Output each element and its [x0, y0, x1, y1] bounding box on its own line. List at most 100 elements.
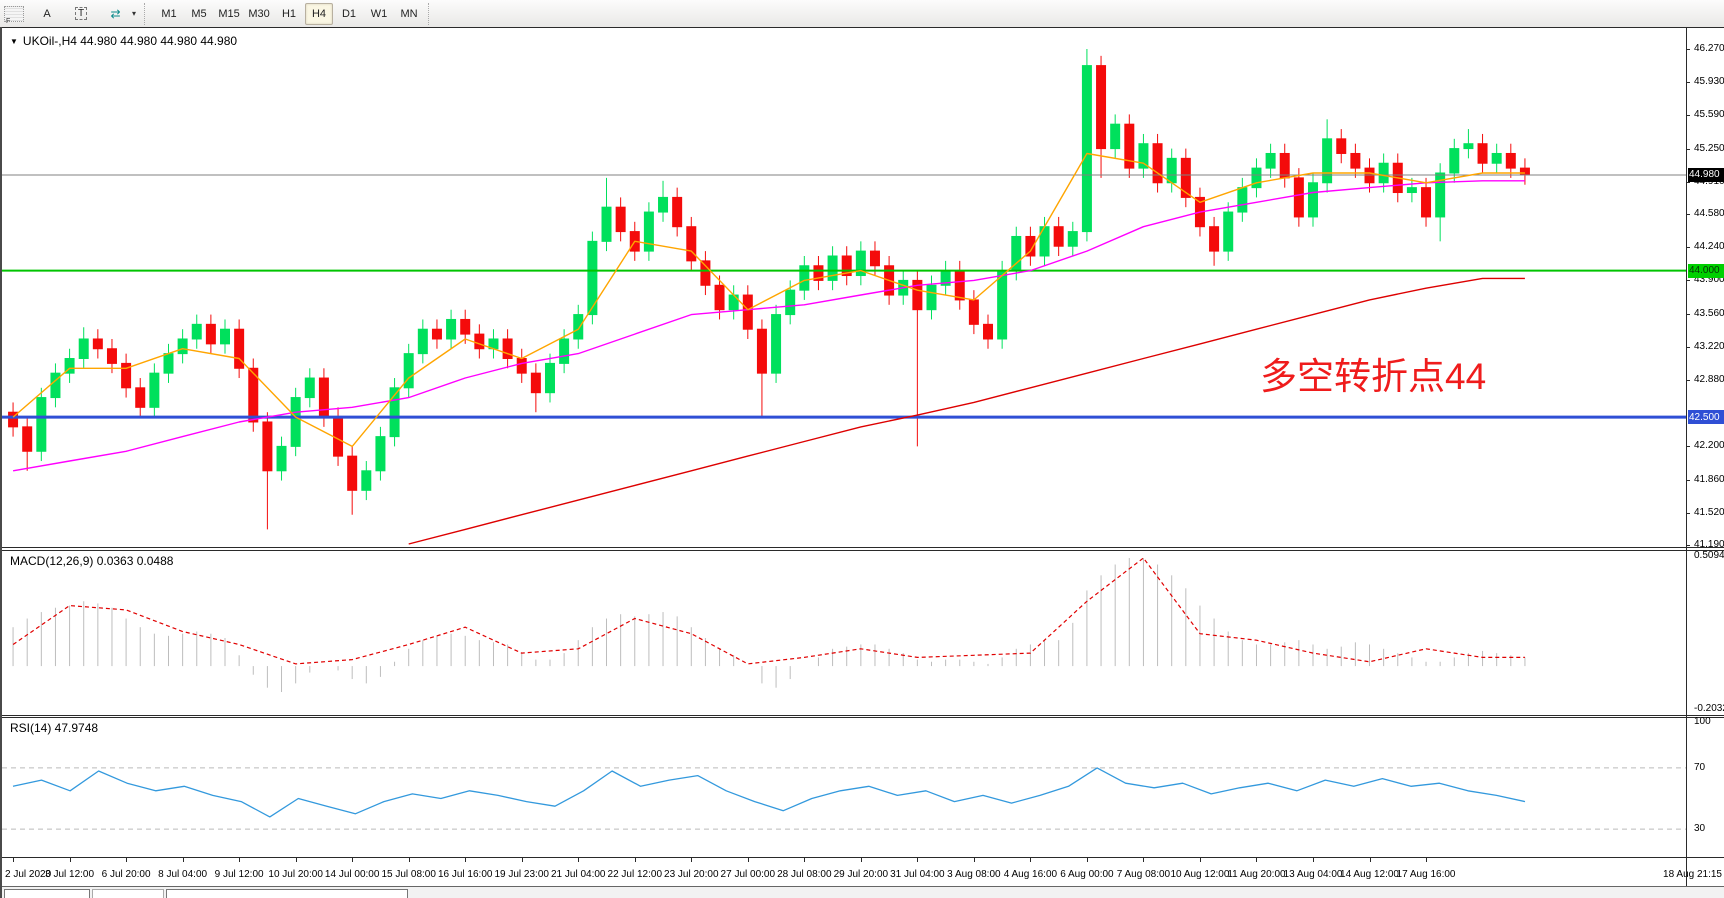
- time-axis-tick: [635, 858, 636, 862]
- candle-body: [1308, 183, 1317, 217]
- timeframe-button-m5[interactable]: M5: [185, 3, 213, 25]
- time-axis-tick: [578, 858, 579, 862]
- dropdown-caret-icon[interactable]: ▾: [132, 9, 136, 18]
- time-axis-tick: [1313, 858, 1314, 862]
- time-axis-label: 6 Jul 20:00: [102, 869, 151, 880]
- candle-body: [51, 373, 60, 397]
- candle-body: [870, 251, 879, 266]
- panel-splitter[interactable]: [2, 717, 1724, 718]
- time-axis-label: 28 Jul 08:00: [777, 869, 832, 880]
- candle-body: [291, 398, 300, 447]
- candle-body: [1153, 144, 1162, 183]
- time-axis-tick: [691, 858, 692, 862]
- rsi-panel[interactable]: RSI(14) 47.9748: [2, 718, 1724, 858]
- timeframe-button-m1[interactable]: M1: [155, 3, 183, 25]
- candle-body: [998, 271, 1007, 339]
- time-axis-tick: [70, 858, 71, 862]
- time-axis-tick: [1030, 858, 1031, 862]
- candle-body: [1379, 163, 1388, 183]
- candle-body: [574, 315, 583, 339]
- candle-body: [743, 295, 752, 329]
- candle-body: [1054, 227, 1063, 247]
- candle-body: [79, 339, 88, 359]
- time-axis-tick: [1256, 858, 1257, 862]
- arrange-arrows-button[interactable]: ⇄: [99, 3, 131, 25]
- candle-body: [432, 329, 441, 339]
- candle-body: [136, 388, 145, 408]
- panel-border[interactable]: [2, 547, 1724, 548]
- candle-body: [786, 290, 795, 314]
- time-axis-tick: [1370, 858, 1371, 862]
- time-axis-label: 27 Jul 00:00: [721, 869, 776, 880]
- macd-axis-min: -0.2032: [1694, 703, 1724, 714]
- timeframe-button-d1[interactable]: D1: [335, 3, 363, 25]
- time-axis-label: 21 Jul 04:00: [551, 869, 606, 880]
- candle-body: [673, 197, 682, 226]
- candle-body: [475, 334, 484, 349]
- collapse-arrow-icon[interactable]: ▼: [10, 37, 18, 46]
- candle-body: [277, 446, 286, 470]
- timeframe-button-m30[interactable]: M30: [245, 3, 273, 25]
- candle-body: [319, 378, 328, 417]
- candle-body: [1238, 188, 1247, 212]
- candle-body: [1280, 153, 1289, 177]
- chart-text-annotation[interactable]: 多空转折点44: [1260, 346, 1486, 400]
- candle-body: [616, 207, 625, 231]
- chart-window[interactable]: ▼ UKOil-,H4 44.980 44.980 44.980 44.980 …: [0, 27, 1724, 898]
- candle-body: [206, 324, 215, 344]
- timeframe-button-w1[interactable]: W1: [365, 3, 393, 25]
- candle-body: [334, 417, 343, 456]
- candle-body: [1068, 232, 1077, 247]
- candle-body: [107, 349, 116, 364]
- time-axis-tick: [409, 858, 410, 862]
- candle-body: [150, 373, 159, 407]
- time-axis: 2 Jul 20203 Jul 12:006 Jul 20:008 Jul 04…: [2, 858, 1724, 886]
- candle-body: [687, 227, 696, 261]
- candle-body: [1407, 188, 1416, 193]
- candle-body: [348, 456, 357, 490]
- time-axis-tick: [748, 858, 749, 862]
- macd-panel[interactable]: MACD(12,26,9) 0.0363 0.0488: [2, 551, 1724, 715]
- timeframe-button-h4[interactable]: H4: [305, 3, 333, 25]
- candle-body: [37, 398, 46, 452]
- chart-tab[interactable]: [166, 889, 408, 898]
- chart-tab[interactable]: [92, 889, 164, 898]
- candle-body: [715, 285, 724, 309]
- time-axis-label: 8 Jul 04:00: [158, 869, 207, 880]
- candle-body: [1181, 158, 1190, 197]
- mid-ma-line: [13, 181, 1525, 471]
- time-axis-label: 7 Aug 08:00: [1117, 869, 1170, 880]
- chart-tab-bar: [2, 886, 1724, 898]
- price-axis-label: 45.930: [1694, 76, 1724, 87]
- panel-splitter[interactable]: [2, 550, 1724, 551]
- time-axis-tick: [804, 858, 805, 862]
- candle-body: [1266, 153, 1275, 168]
- current-price-box: 44.980: [1688, 168, 1724, 182]
- candle-body: [221, 329, 230, 344]
- rsi-axis-label: 70: [1694, 762, 1705, 773]
- hline-42500-price-box: 42.500: [1688, 410, 1724, 424]
- panel-border[interactable]: [2, 715, 1724, 716]
- price-axis-border: [1686, 27, 1687, 886]
- time-axis-tick: [1426, 858, 1427, 862]
- timeframe-button-mn[interactable]: MN: [395, 3, 423, 25]
- toolbar-drag-handle-icon[interactable]: F: [4, 6, 24, 22]
- time-axis-tick: [1200, 858, 1201, 862]
- price-chart-panel[interactable]: ▼ UKOil-,H4 44.980 44.980 44.980 44.980 …: [2, 28, 1724, 547]
- time-axis-tick: [13, 858, 14, 862]
- text-label-button[interactable]: T: [65, 3, 97, 25]
- time-axis-label: 10 Aug 12:00: [1170, 869, 1229, 880]
- annotate-a-button[interactable]: A: [31, 3, 63, 25]
- candle-body: [1111, 124, 1120, 148]
- price-axis-label: 42.880: [1694, 374, 1724, 385]
- time-axis-label: 3 Aug 08:00: [947, 869, 1000, 880]
- candle-body: [1294, 178, 1303, 217]
- timeframe-button-m15[interactable]: M15: [215, 3, 243, 25]
- timeframe-button-h1[interactable]: H1: [275, 3, 303, 25]
- price-axis-tick: [1686, 314, 1690, 315]
- price-axis-label: 44.580: [1694, 208, 1724, 219]
- candle-body: [1422, 188, 1431, 217]
- chart-tab[interactable]: [4, 889, 90, 898]
- price-axis-label: 45.590: [1694, 109, 1724, 120]
- candle-body: [1252, 168, 1261, 188]
